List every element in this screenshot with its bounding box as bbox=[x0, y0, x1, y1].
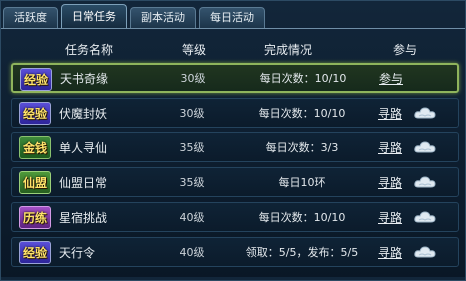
daily-tasks-panel: 活跃度 日常任务 副本活动 每日活动 任务名称 等级 完成情况 参与 经验 天书… bbox=[0, 0, 466, 281]
task-level: 40级 bbox=[179, 246, 205, 259]
task-name: 天行令 bbox=[59, 245, 96, 260]
gold-badge-icon: 金钱 bbox=[19, 136, 51, 159]
task-level: 30级 bbox=[179, 107, 205, 120]
task-row[interactable]: 经验 天行令 40级 领取：5/5，发布：5/5 寻路 bbox=[11, 237, 459, 267]
cloud-teleport-icon[interactable] bbox=[413, 139, 437, 155]
task-level: 35级 bbox=[179, 141, 205, 154]
cloud-teleport-icon[interactable] bbox=[413, 174, 437, 190]
tab-daily-events[interactable]: 每日活动 bbox=[199, 7, 265, 29]
task-level: 30级 bbox=[180, 72, 206, 85]
panel-bottom-edge bbox=[1, 277, 465, 280]
task-row[interactable]: 历练 星宿挑战 40级 每日次数：10/10 寻路 bbox=[11, 202, 459, 232]
task-status: 每日次数：10/10 bbox=[259, 72, 347, 85]
header-level: 等级 bbox=[181, 43, 207, 57]
task-status: 每日次数：3/3 bbox=[265, 141, 339, 154]
pathfind-link[interactable]: 寻路 bbox=[378, 99, 402, 127]
training-badge-icon: 历练 bbox=[19, 206, 51, 229]
tab-divider bbox=[1, 28, 465, 29]
task-status: 每日次数：10/10 bbox=[258, 107, 346, 120]
exp-badge-icon: 经验 bbox=[19, 102, 51, 125]
pathfind-link[interactable]: 寻路 bbox=[378, 168, 402, 196]
pathfind-link[interactable]: 寻路 bbox=[378, 238, 402, 266]
cloud-teleport-icon[interactable] bbox=[413, 209, 437, 225]
task-row[interactable]: 经验 天书奇缘 30级 每日次数：10/10 参与 bbox=[11, 63, 459, 93]
task-level: 40级 bbox=[179, 211, 205, 224]
table-header: 任务名称 等级 完成情况 参与 bbox=[5, 37, 463, 59]
task-name: 星宿挑战 bbox=[59, 210, 108, 225]
task-status: 每日10环 bbox=[278, 176, 326, 189]
cloud-teleport-icon[interactable] bbox=[413, 244, 437, 260]
task-row[interactable]: 仙盟 仙盟日常 35级 每日10环 寻路 bbox=[11, 167, 459, 197]
header-status: 完成情况 bbox=[263, 43, 313, 57]
task-row[interactable]: 金钱 单人寻仙 35级 每日次数：3/3 寻路 bbox=[11, 132, 459, 162]
tab-daily-tasks[interactable]: 日常任务 bbox=[61, 4, 127, 29]
tab-bar: 活跃度 日常任务 副本活动 每日活动 bbox=[3, 4, 268, 29]
task-status: 每日次数：10/10 bbox=[258, 211, 346, 224]
task-row[interactable]: 经验 伏魔封妖 30级 每日次数：10/10 寻路 bbox=[11, 98, 459, 128]
cloud-teleport-icon[interactable] bbox=[413, 105, 437, 121]
header-task-name: 任务名称 bbox=[64, 43, 114, 57]
task-name: 伏魔封妖 bbox=[59, 106, 108, 121]
task-name: 天书奇缘 bbox=[60, 71, 109, 86]
tab-activity[interactable]: 活跃度 bbox=[3, 7, 58, 29]
exp-badge-icon: 经验 bbox=[19, 241, 51, 264]
task-level: 35级 bbox=[179, 176, 205, 189]
join-link[interactable]: 参与 bbox=[379, 65, 403, 91]
pathfind-link[interactable]: 寻路 bbox=[378, 203, 402, 231]
tab-dungeon-events[interactable]: 副本活动 bbox=[130, 7, 196, 29]
alliance-badge-icon: 仙盟 bbox=[19, 171, 51, 194]
task-name: 单人寻仙 bbox=[59, 140, 108, 155]
header-join: 参与 bbox=[392, 43, 418, 57]
task-name: 仙盟日常 bbox=[59, 175, 108, 190]
pathfind-link[interactable]: 寻路 bbox=[378, 133, 402, 161]
exp-badge-icon: 经验 bbox=[20, 68, 52, 91]
task-status: 领取：5/5，发布：5/5 bbox=[245, 246, 359, 259]
